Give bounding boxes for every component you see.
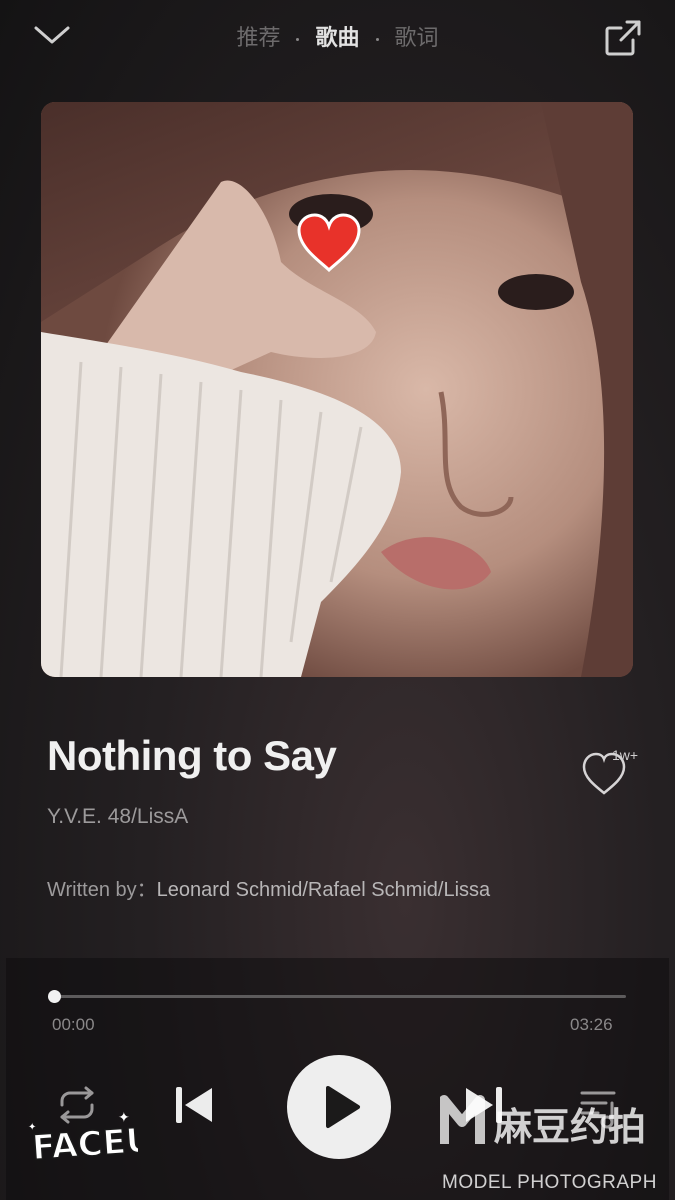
previous-track-button[interactable] <box>170 1080 218 1130</box>
svg-text:✦: ✦ <box>28 1122 36 1133</box>
brand-watermark: 麻豆约拍 MODEL PHOTOGRAPH <box>439 1088 665 1198</box>
album-cover <box>41 102 633 677</box>
artist-name[interactable]: Y.V.E. 48/LissA <box>47 805 188 829</box>
brand-logo-icon <box>439 1095 485 1144</box>
tab-recommend[interactable]: 推荐 <box>230 20 286 52</box>
play-icon <box>326 1086 360 1128</box>
progress-thumb[interactable] <box>48 990 61 1003</box>
song-title: Nothing to Say <box>47 732 337 779</box>
skip-previous-icon <box>176 1087 212 1123</box>
tab-separator <box>375 37 379 41</box>
tab-separator <box>296 37 300 41</box>
faceu-watermark: FACEU ✦ ✦ <box>28 1108 156 1178</box>
cover-photo <box>41 102 633 677</box>
total-duration: 03:26 <box>570 1015 613 1034</box>
tab-bar: 推荐 歌曲 歌词 <box>0 20 675 52</box>
play-button[interactable] <box>287 1055 391 1159</box>
brand-watermark-cn: 麻豆约拍 <box>494 1105 646 1149</box>
faceu-watermark-text: FACEU <box>31 1120 138 1168</box>
written-by-label: Written by： <box>47 879 157 901</box>
share-external-icon <box>605 20 641 56</box>
top-bar: 推荐 歌曲 歌词 <box>0 0 675 75</box>
tab-lyrics[interactable]: 歌词 <box>389 20 445 52</box>
brand-watermark-en: MODEL PHOTOGRAPH <box>442 1172 657 1193</box>
share-button[interactable] <box>603 18 643 58</box>
current-time: 00:00 <box>52 1015 95 1034</box>
progress-bar[interactable] <box>54 995 626 998</box>
tab-song[interactable]: 歌曲 <box>309 20 365 52</box>
like-count-badge: 1w+ <box>612 747 639 763</box>
svg-text:✦: ✦ <box>118 1110 130 1126</box>
writer-names: Leonard Schmid/Rafael Schmid/Lissa <box>156 879 491 901</box>
song-credits: Written by：Leonard Schmid/Rafael Schmid/… <box>47 873 490 902</box>
